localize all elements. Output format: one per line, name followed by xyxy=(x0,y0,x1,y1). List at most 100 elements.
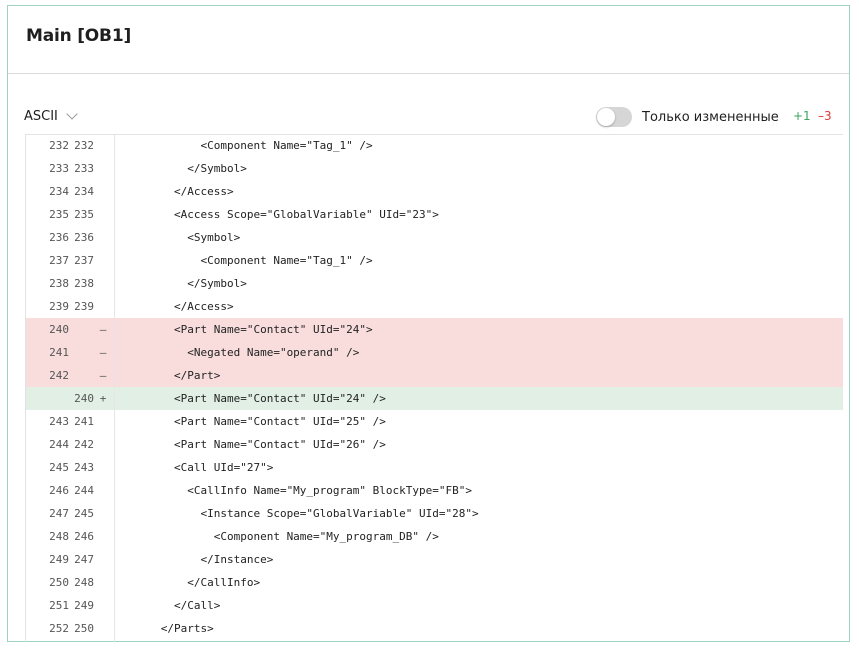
encoding-label: ASCII xyxy=(24,108,58,124)
diff-line-del: 241 – <Negated Name="operand" /> xyxy=(26,341,843,364)
diff-line-ctx: 237 237 <Component Name="Tag_1" /> xyxy=(26,249,843,272)
code-text: <Part Name="Contact" UId="25" /> xyxy=(121,415,386,428)
chevron-down-icon xyxy=(66,107,78,120)
diff-line-ctx: 233 233 </Symbol> xyxy=(26,157,843,180)
diff-sign: – xyxy=(99,369,107,382)
old-line-number: 252 xyxy=(49,622,69,635)
code-text: </Parts> xyxy=(121,622,214,635)
new-line-number: 246 xyxy=(74,530,94,543)
code-text: </Instance> xyxy=(121,553,274,566)
old-line-number: 243 xyxy=(49,415,69,428)
new-line-number: 245 xyxy=(74,507,94,520)
toggle-knob xyxy=(597,108,615,126)
code-text: <Access Scope="GlobalVariable" UId="23"> xyxy=(121,208,439,221)
new-line-number: 237 xyxy=(74,254,94,267)
diff-line-del: 242 – </Part> xyxy=(26,364,843,387)
diff-line-ctx: 245 243 <Call UId="27"> xyxy=(26,456,843,479)
old-line-number: 248 xyxy=(49,530,69,543)
diff-line-ctx: 244 242 <Part Name="Contact" UId="26" /> xyxy=(26,433,843,456)
encoding-dropdown[interactable]: ASCII xyxy=(24,106,78,126)
header-divider xyxy=(8,73,849,74)
new-line-number: 242 xyxy=(74,438,94,451)
code-text: <Component Name="Tag_1" /> xyxy=(121,139,373,152)
code-text: </CallInfo> xyxy=(121,576,261,589)
new-line-number: 238 xyxy=(74,277,94,290)
diff-line-ctx: 251 249 </Call> xyxy=(26,594,843,617)
code-text: </Access> xyxy=(121,300,234,313)
code-text: </Access> xyxy=(121,185,234,198)
code-text: <Instance Scope="GlobalVariable" UId="28… xyxy=(121,507,479,520)
old-line-number: 242 xyxy=(49,369,69,382)
old-line-number: 237 xyxy=(49,254,69,267)
diff-line-ctx: 232 232 <Component Name="Tag_1" /> xyxy=(26,135,843,157)
code-text: <Call UId="27"> xyxy=(121,461,274,474)
code-text: <CallInfo Name="My_program" BlockType="F… xyxy=(121,484,472,497)
code-text: </Symbol> xyxy=(121,162,247,175)
old-line-number: 240 xyxy=(49,323,69,336)
diff-code-panel[interactable]: 232 232 <Component Name="Tag_1" /> 233 233 … xyxy=(25,134,843,642)
diff-line-ctx: 239 239 </Access> xyxy=(26,295,843,318)
diff-line-ctx: 250 248 </CallInfo> xyxy=(26,571,843,594)
diff-line-ctx: 246 244 <CallInfo Name="My_program" Block… xyxy=(26,479,843,502)
diff-sign: – xyxy=(99,346,107,359)
code-text: <Symbol> xyxy=(121,231,241,244)
code-text: <Part Name="Contact" UId="26" /> xyxy=(121,438,386,451)
code-text: <Component Name="Tag_1" /> xyxy=(121,254,373,267)
only-changed-toggle-group: Только измененные xyxy=(596,106,779,128)
diff-sign: – xyxy=(99,323,107,336)
diff-line-add: 240 + <Part Name="Contact" UId="24" /> xyxy=(26,387,843,410)
diff-sign: + xyxy=(99,392,107,405)
old-line-number: 245 xyxy=(49,461,69,474)
old-line-number: 232 xyxy=(49,139,69,152)
diff-line-ctx: 252 250 </Parts> xyxy=(26,617,843,640)
diff-line-ctx: 238 238 </Symbol> xyxy=(26,272,843,295)
old-line-number: 241 xyxy=(49,346,69,359)
removed-count-badge: –3 xyxy=(818,109,832,123)
code-text: <Part Name="Contact" UId="24"> xyxy=(121,323,373,336)
new-line-number: 241 xyxy=(74,415,94,428)
new-line-number: 235 xyxy=(74,208,94,221)
only-changed-toggle[interactable] xyxy=(596,107,632,127)
new-line-number: 247 xyxy=(74,553,94,566)
old-line-number: 239 xyxy=(49,300,69,313)
old-line-number: 249 xyxy=(49,553,69,566)
new-line-number: 244 xyxy=(74,484,94,497)
code-text: </Call> xyxy=(121,599,221,612)
diff-line-ctx: 249 247 </Instance> xyxy=(26,548,843,571)
new-line-number: 248 xyxy=(74,576,94,589)
old-line-number: 246 xyxy=(49,484,69,497)
gutter-divider xyxy=(114,135,115,642)
page-title: Main [OB1] xyxy=(26,26,132,46)
old-line-number: 233 xyxy=(49,162,69,175)
added-count-badge: +1 xyxy=(793,109,811,123)
code-text: <Part Name="Contact" UId="24" /> xyxy=(121,392,386,405)
new-line-number: 243 xyxy=(74,461,94,474)
diff-line-del: 240 – <Part Name="Contact" UId="24"> xyxy=(26,318,843,341)
new-line-number: 249 xyxy=(74,599,94,612)
old-line-number: 244 xyxy=(49,438,69,451)
diff-line-ctx: 247 245 <Instance Scope="GlobalVariable" … xyxy=(26,502,843,525)
code-text: </Part> xyxy=(121,369,221,382)
old-line-number: 238 xyxy=(49,277,69,290)
old-line-number: 234 xyxy=(49,185,69,198)
code-text: </Symbol> xyxy=(121,277,247,290)
old-line-number: 251 xyxy=(49,599,69,612)
new-line-number: 233 xyxy=(74,162,94,175)
only-changed-label: Только измененные xyxy=(642,109,779,125)
old-line-number: 235 xyxy=(49,208,69,221)
code-text: <Negated Name="operand" /> xyxy=(121,346,360,359)
new-line-number: 239 xyxy=(74,300,94,313)
diff-line-ctx: 235 235 <Access Scope="GlobalVariable" UI… xyxy=(26,203,843,226)
old-line-number: 250 xyxy=(49,576,69,589)
diff-line-ctx: 248 246 <Component Name="My_program_DB" /… xyxy=(26,525,843,548)
code-text: <Component Name="My_program_DB" /> xyxy=(121,530,439,543)
new-line-number: 234 xyxy=(74,185,94,198)
new-line-number: 250 xyxy=(74,622,94,635)
old-line-number: 236 xyxy=(49,231,69,244)
new-line-number: 240 xyxy=(74,392,94,405)
new-line-number: 232 xyxy=(74,139,94,152)
diff-line-ctx: 236 236 <Symbol> xyxy=(26,226,843,249)
old-line-number: 247 xyxy=(49,507,69,520)
diff-line-ctx: 234 234 </Access> xyxy=(26,180,843,203)
diff-line-ctx: 243 241 <Part Name="Contact" UId="25" /> xyxy=(26,410,843,433)
